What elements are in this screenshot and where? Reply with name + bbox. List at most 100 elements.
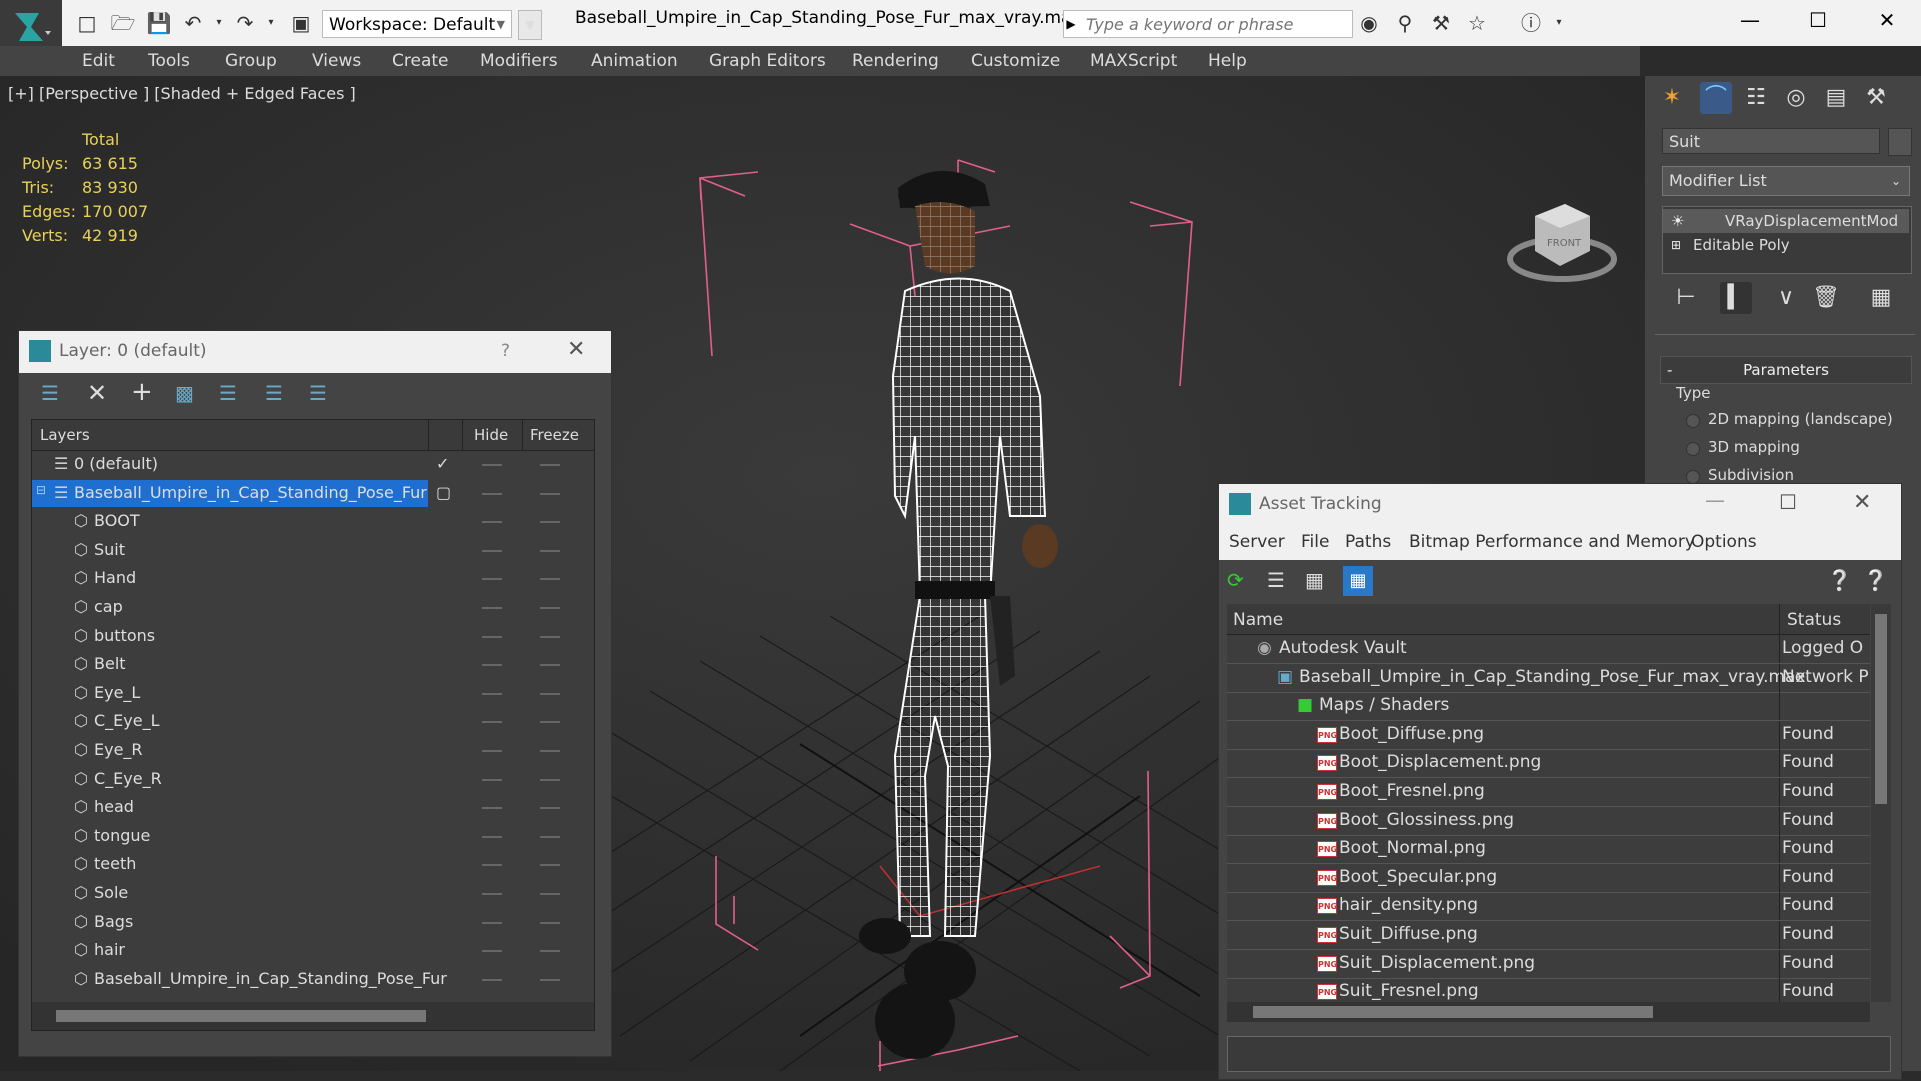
asset-menu-file[interactable]: File [1301, 532, 1329, 552]
asset-row[interactable]: PNG Boot_Glossiness.png Found [1227, 806, 1870, 836]
asset-menu-paths[interactable]: Paths [1345, 532, 1391, 552]
hide-toggle[interactable] [482, 721, 502, 724]
layer-row[interactable]: ☰ 0 (default) ✓ [32, 451, 594, 478]
asset-row[interactable]: PNG hair_density.png Found [1227, 892, 1870, 922]
minimize-button[interactable]: — [1705, 488, 1725, 512]
help-dropdown-icon[interactable]: ▾ [1546, 10, 1572, 36]
help-button[interactable]: ? [501, 341, 510, 361]
show-end-result-icon[interactable]: ▍ [1720, 282, 1752, 314]
freeze-toggle[interactable] [540, 750, 560, 752]
menu-help[interactable]: Help [1208, 51, 1247, 71]
layer-row[interactable]: ⬡ teeth [32, 851, 594, 878]
menu-views[interactable]: Views [312, 51, 361, 71]
asset-row[interactable]: ▣ Baseball_Umpire_in_Cap_Standing_Pose_Fu… [1227, 663, 1870, 693]
radio-2d-mapping[interactable] [1686, 414, 1700, 428]
column-header-status[interactable]: Status [1787, 610, 1841, 630]
menu-graph-editors[interactable]: Graph Editors [709, 51, 826, 71]
layer-row[interactable]: ⬡ tongue [32, 823, 594, 850]
modify-tab-icon[interactable]: ⌒ [1700, 82, 1732, 114]
layer-row[interactable]: ⬡ hair [32, 937, 594, 964]
highlight-layer-icon[interactable]: ☰ [219, 381, 237, 405]
vertical-scrollbar[interactable] [1871, 604, 1891, 1002]
hide-toggle[interactable] [482, 864, 502, 867]
layer-row[interactable]: ⬡ Eye_R [32, 737, 594, 764]
hide-toggle[interactable] [482, 778, 502, 781]
expand-plus-icon[interactable]: ⊞ [1671, 233, 1681, 257]
hide-toggle[interactable] [482, 521, 502, 524]
freeze-toggle[interactable] [540, 635, 560, 638]
create-layer-icon[interactable]: ☰ [41, 381, 59, 405]
freeze-toggle[interactable] [540, 864, 560, 867]
freeze-toggle[interactable] [540, 521, 560, 524]
hide-toggle[interactable] [482, 664, 502, 667]
freeze-toggle[interactable] [540, 778, 560, 781]
close-button[interactable]: ✕ [1852, 0, 1921, 40]
undo-dropdown-icon[interactable]: ▾ [206, 10, 232, 36]
object-name-field[interactable]: Suit [1662, 128, 1880, 154]
object-color-swatch[interactable] [1888, 128, 1912, 156]
stack-item-vraydisplacement[interactable]: ☀ VRayDisplacementMod [1663, 209, 1909, 233]
radio-3d-mapping[interactable] [1686, 442, 1700, 456]
asset-row[interactable]: PNG Boot_Specular.png Found [1227, 863, 1870, 893]
column-header-name[interactable]: Name [1233, 610, 1283, 630]
menu-create[interactable]: Create [392, 51, 449, 71]
refresh-icon[interactable]: ⟳ [1227, 568, 1244, 592]
freeze-toggle[interactable] [540, 664, 560, 667]
pin-stack-icon[interactable]: ⊢ [1670, 282, 1702, 314]
search-expand-icon[interactable]: ▶ [1063, 10, 1079, 38]
vault-help-icon[interactable]: ❔ [1827, 568, 1852, 592]
hide-all-layers-icon[interactable]: ☰ [265, 381, 283, 405]
menu-edit[interactable]: Edit [82, 51, 115, 71]
menu-modifiers[interactable]: Modifiers [480, 51, 558, 71]
freeze-toggle[interactable] [540, 893, 560, 895]
stack-item-editable-poly[interactable]: ⊞ Editable Poly [1663, 233, 1909, 257]
layer-row[interactable]: ⬡ Eye_L [32, 680, 594, 707]
asset-row[interactable]: ◉ Autodesk Vault Logged O [1227, 635, 1870, 664]
hide-toggle[interactable] [482, 607, 502, 609]
hide-toggle[interactable] [482, 692, 502, 695]
asset-row[interactable]: PNG Boot_Diffuse.png Found [1227, 720, 1870, 750]
favorites-star-icon[interactable]: ☆ [1464, 10, 1490, 36]
add-to-layer-icon[interactable]: + [131, 377, 153, 407]
key-icon[interactable]: ⚲ [1392, 10, 1418, 36]
hide-toggle[interactable] [482, 950, 502, 953]
scrollbar-thumb[interactable] [1875, 614, 1887, 804]
layer-row[interactable]: ⬡ Hand [32, 565, 594, 592]
layer-row[interactable]: ⬡ buttons [32, 623, 594, 650]
delete-layer-icon[interactable]: ✕ [87, 379, 107, 407]
menu-customize[interactable]: Customize [971, 51, 1060, 71]
collapse-icon[interactable]: ⊟ [36, 483, 46, 497]
menu-rendering[interactable]: Rendering [852, 51, 939, 71]
search-input[interactable] [1082, 10, 1356, 38]
layer-row[interactable]: ⬡ Sole [32, 880, 594, 907]
select-objects-icon[interactable]: ▩ [175, 381, 194, 405]
freeze-toggle[interactable] [540, 835, 560, 838]
minimize-button[interactable]: — [1715, 0, 1785, 40]
tools-icon[interactable]: ⚒ [1428, 10, 1454, 36]
freeze-toggle[interactable] [540, 807, 560, 810]
freeze-toggle[interactable] [540, 492, 560, 495]
thumbnail-view-icon[interactable]: ▦ [1305, 568, 1324, 592]
maximize-button[interactable]: ☐ [1783, 0, 1853, 40]
layer-dialog-titlebar[interactable]: Layer: 0 (default) ? ✕ [19, 331, 611, 373]
layer-row[interactable]: ⊟ ☰ Baseball_Umpire_in_Cap_Standing_Pose_F… [32, 479, 594, 507]
layer-row[interactable]: ⬡ C_Eye_R [32, 766, 594, 793]
hide-toggle[interactable] [482, 464, 502, 466]
freeze-toggle[interactable] [540, 607, 560, 609]
create-tab-icon[interactable]: ✶ [1656, 82, 1688, 114]
new-file-icon[interactable]: □ [74, 10, 100, 36]
hide-toggle[interactable] [482, 835, 502, 838]
scrollbar-thumb[interactable] [56, 1010, 426, 1022]
freeze-toggle[interactable] [540, 921, 560, 924]
redo-icon[interactable]: ↷ [232, 10, 258, 36]
lightbulb-icon[interactable]: ☀ [1671, 209, 1684, 233]
hide-toggle[interactable] [482, 549, 502, 552]
utilities-tab-icon[interactable]: ⚒ [1860, 82, 1892, 114]
layer-row[interactable]: ⬡ C_Eye_L [32, 708, 594, 735]
menu-group[interactable]: Group [225, 51, 277, 71]
hierarchy-tab-icon[interactable]: ☷ [1740, 82, 1772, 114]
horizontal-scrollbar[interactable] [1227, 1002, 1870, 1022]
hide-toggle[interactable] [482, 750, 502, 752]
close-icon[interactable]: ✕ [1853, 490, 1871, 515]
configure-sets-icon[interactable]: ▦ [1865, 282, 1897, 314]
